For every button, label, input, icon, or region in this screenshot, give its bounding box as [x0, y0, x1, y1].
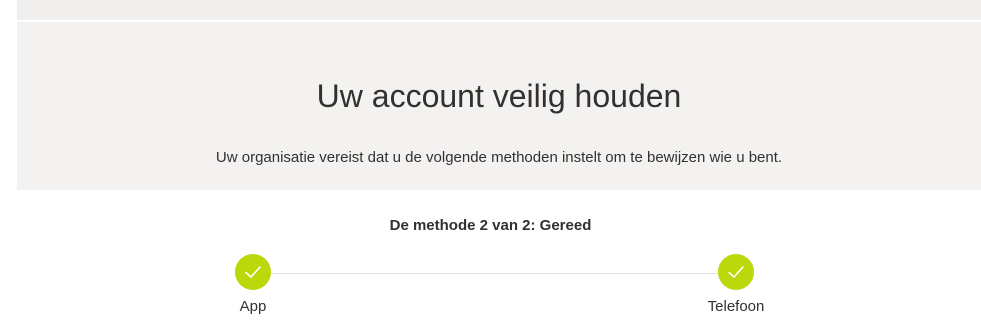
step-label: Telefoon: [707, 298, 765, 315]
step-label: App: [239, 298, 267, 315]
checkmark-icon: [718, 254, 754, 290]
top-strip: [17, 0, 981, 20]
security-info-page: Uw account veilig houden Uw organisatie …: [0, 0, 981, 336]
page-title: Uw account veilig houden: [316, 78, 682, 114]
page-subtitle: Uw organisatie vereist dat u de volgende…: [215, 149, 783, 166]
step-status-text: De methode 2 van 2: Gereed: [389, 217, 592, 234]
step-app: App: [193, 254, 313, 317]
progress-line: [270, 273, 718, 274]
header-panel: Uw account veilig houden Uw organisatie …: [17, 0, 981, 190]
step-telefoon: Telefoon: [676, 254, 796, 317]
header-divider: [17, 20, 981, 22]
checkmark-icon: [235, 254, 271, 290]
